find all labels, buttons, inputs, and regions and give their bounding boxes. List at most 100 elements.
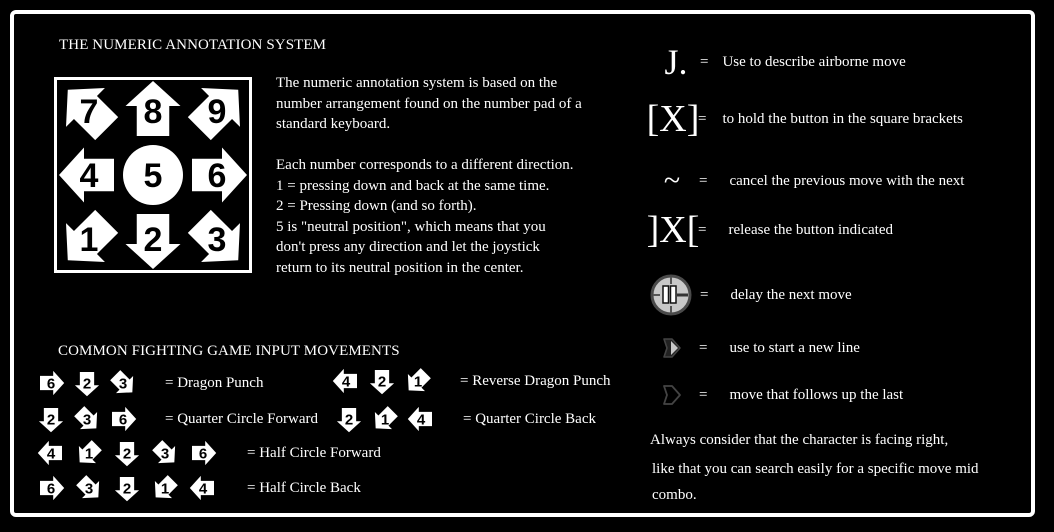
direction-2-arrow-icon: 2 [125, 214, 181, 269]
direction-number: 2 [144, 221, 163, 259]
direction-2-arrow-icon: 2 [114, 441, 140, 467]
legend-item-airborne: J. = Use to describe airborne move [662, 44, 905, 80]
direction-number: 3 [85, 480, 93, 497]
move-inputs: 6 3 2 1 4 [37, 474, 227, 502]
input-1-arrow-icon: 1 [407, 368, 431, 392]
direction-number: 1 [85, 445, 93, 462]
input-6-arrow-icon: 6 [40, 475, 65, 501]
direction-number: 4 [342, 373, 351, 390]
numpad-svg: 7 8 9 4 5 6 1 2 3 [59, 81, 247, 269]
move-inputs: 4 1 2 3 6 [37, 439, 227, 467]
direction-3-arrow-icon: 3 [110, 370, 134, 394]
numeric-description: The numeric annotation system is based o… [276, 73, 606, 278]
input-1-arrow-icon: 1 [374, 406, 398, 430]
legend-item-hold: [X] = to hold the button in the square b… [647, 100, 963, 138]
release-brackets-icon: ]X[ [646, 209, 700, 251]
direction-6-arrow-icon: 6 [192, 440, 217, 466]
equals-sign: = [699, 339, 708, 356]
direction-4-arrow-icon: 4 [189, 475, 214, 501]
direction-number: 6 [47, 480, 55, 497]
move-label: = Reverse Dragon Punch [460, 372, 611, 389]
legend-text: cancel the previous move with the next [729, 172, 965, 189]
direction-number: 7 [80, 93, 99, 131]
note-line-2: like that you can search easily for a sp… [652, 461, 979, 503]
input-2-arrow-icon: 2 [74, 371, 100, 397]
direction-6-arrow-icon: 6 [192, 147, 247, 203]
input-2-arrow-icon: 2 [38, 407, 64, 433]
facing-note: Always consider that the character is fa… [650, 426, 1020, 508]
delay-clock-icon [650, 274, 692, 316]
legend-text: delay the next move [730, 286, 852, 303]
note-line-1: Always consider that the character is fa… [650, 432, 949, 448]
input-4-arrow-icon: 4 [332, 368, 357, 394]
input-3-arrow-icon: 3 [76, 475, 100, 499]
direction-6-arrow-icon: 6 [112, 406, 137, 432]
legend-text: release the button indicated [728, 221, 893, 238]
input-6-arrow-icon: 6 [192, 440, 217, 466]
input-6-arrow-icon: 6 [40, 370, 65, 396]
move-inputs: 4 2 1 [332, 367, 440, 395]
description-line-2: 1 = pressing down and back at the same t… [276, 177, 550, 194]
direction-number: 5 [144, 157, 163, 195]
direction-2-arrow-icon: 2 [336, 407, 362, 433]
move-half-circle-back: 6 3 2 1 4 = Half Circle Back [37, 474, 361, 502]
input-3-arrow-icon: 3 [152, 440, 176, 464]
direction-7-arrow-icon: 7 [66, 88, 119, 141]
direction-1-arrow-icon: 1 [66, 209, 119, 262]
direction-3-arrow-icon: 3 [76, 475, 100, 499]
move-label: = Half Circle Back [247, 479, 361, 496]
input-3-arrow-icon: 3 [74, 406, 98, 430]
direction-number: 8 [144, 93, 163, 131]
direction-number: 4 [417, 411, 426, 428]
input-4-arrow-icon: 4 [37, 440, 62, 466]
input-2-arrow-icon: 2 [114, 476, 140, 502]
legend-item-follow-up: = move that follows up the last [662, 384, 903, 406]
direction-number: 6 [208, 157, 227, 195]
direction-number: 1 [161, 480, 169, 497]
move-half-circle-forward: 4 1 2 3 6 = Half Circle Forward [37, 439, 381, 467]
direction-4-arrow-icon: 4 [59, 147, 114, 203]
description-line-3: 2 = Pressing down (and so forth). [276, 198, 477, 214]
direction-6-arrow-icon: 6 [40, 370, 65, 396]
move-label: = Half Circle Forward [247, 444, 381, 461]
legend-item-new-line: = use to start a new line [662, 337, 860, 359]
legend-text: to hold the button in the square bracket… [722, 110, 963, 127]
direction-number: 9 [208, 93, 227, 131]
direction-1-arrow-icon: 1 [374, 406, 398, 430]
direction-2-arrow-icon: 2 [74, 371, 100, 397]
direction-2-arrow-icon: 2 [114, 476, 140, 502]
move-inputs: 6 2 3 [37, 369, 145, 397]
direction-number: 6 [199, 445, 207, 462]
legend-item-release: ]X[ = release the button indicated [646, 209, 893, 251]
move-label: = Dragon Punch [165, 374, 264, 391]
equals-sign: = [699, 172, 708, 189]
direction-5-arrow-icon: 5 [123, 145, 183, 205]
direction-number: 1 [80, 221, 99, 259]
direction-number: 2 [47, 411, 55, 428]
direction-3-arrow-icon: 3 [152, 440, 176, 464]
direction-4-arrow-icon: 4 [332, 368, 357, 394]
movements-section-title: COMMON FIGHTING GAME INPUT MOVEMENTS [58, 343, 400, 359]
direction-number: 2 [123, 445, 131, 462]
move-label: = Quarter Circle Forward [165, 410, 318, 427]
direction-1-arrow-icon: 1 [78, 440, 102, 464]
new-line-arrow-icon [662, 337, 682, 359]
direction-2-arrow-icon: 2 [38, 407, 64, 433]
direction-number: 4 [199, 480, 208, 497]
move-label: = Quarter Circle Back [463, 410, 596, 427]
equals-sign: = [700, 286, 709, 303]
direction-number: 2 [83, 375, 91, 392]
input-2-arrow-icon: 2 [114, 441, 140, 467]
direction-3-arrow-icon: 3 [74, 406, 98, 430]
tilde-icon: ~ [663, 164, 681, 197]
equals-sign: = [699, 386, 708, 403]
move-quarter-circle-forward: 2 3 6 = Quarter Circle Forward [37, 406, 318, 433]
direction-number: 6 [119, 411, 127, 428]
direction-number: 4 [47, 445, 56, 462]
numpad-diagram: 7 8 9 4 5 6 1 2 3 [54, 77, 252, 273]
direction-number: 2 [123, 480, 131, 497]
description-paragraph-1: The numeric annotation system is based o… [276, 75, 582, 132]
direction-8-arrow-icon: 8 [125, 81, 181, 136]
direction-number: 3 [161, 445, 169, 462]
direction-number: 1 [414, 373, 422, 390]
